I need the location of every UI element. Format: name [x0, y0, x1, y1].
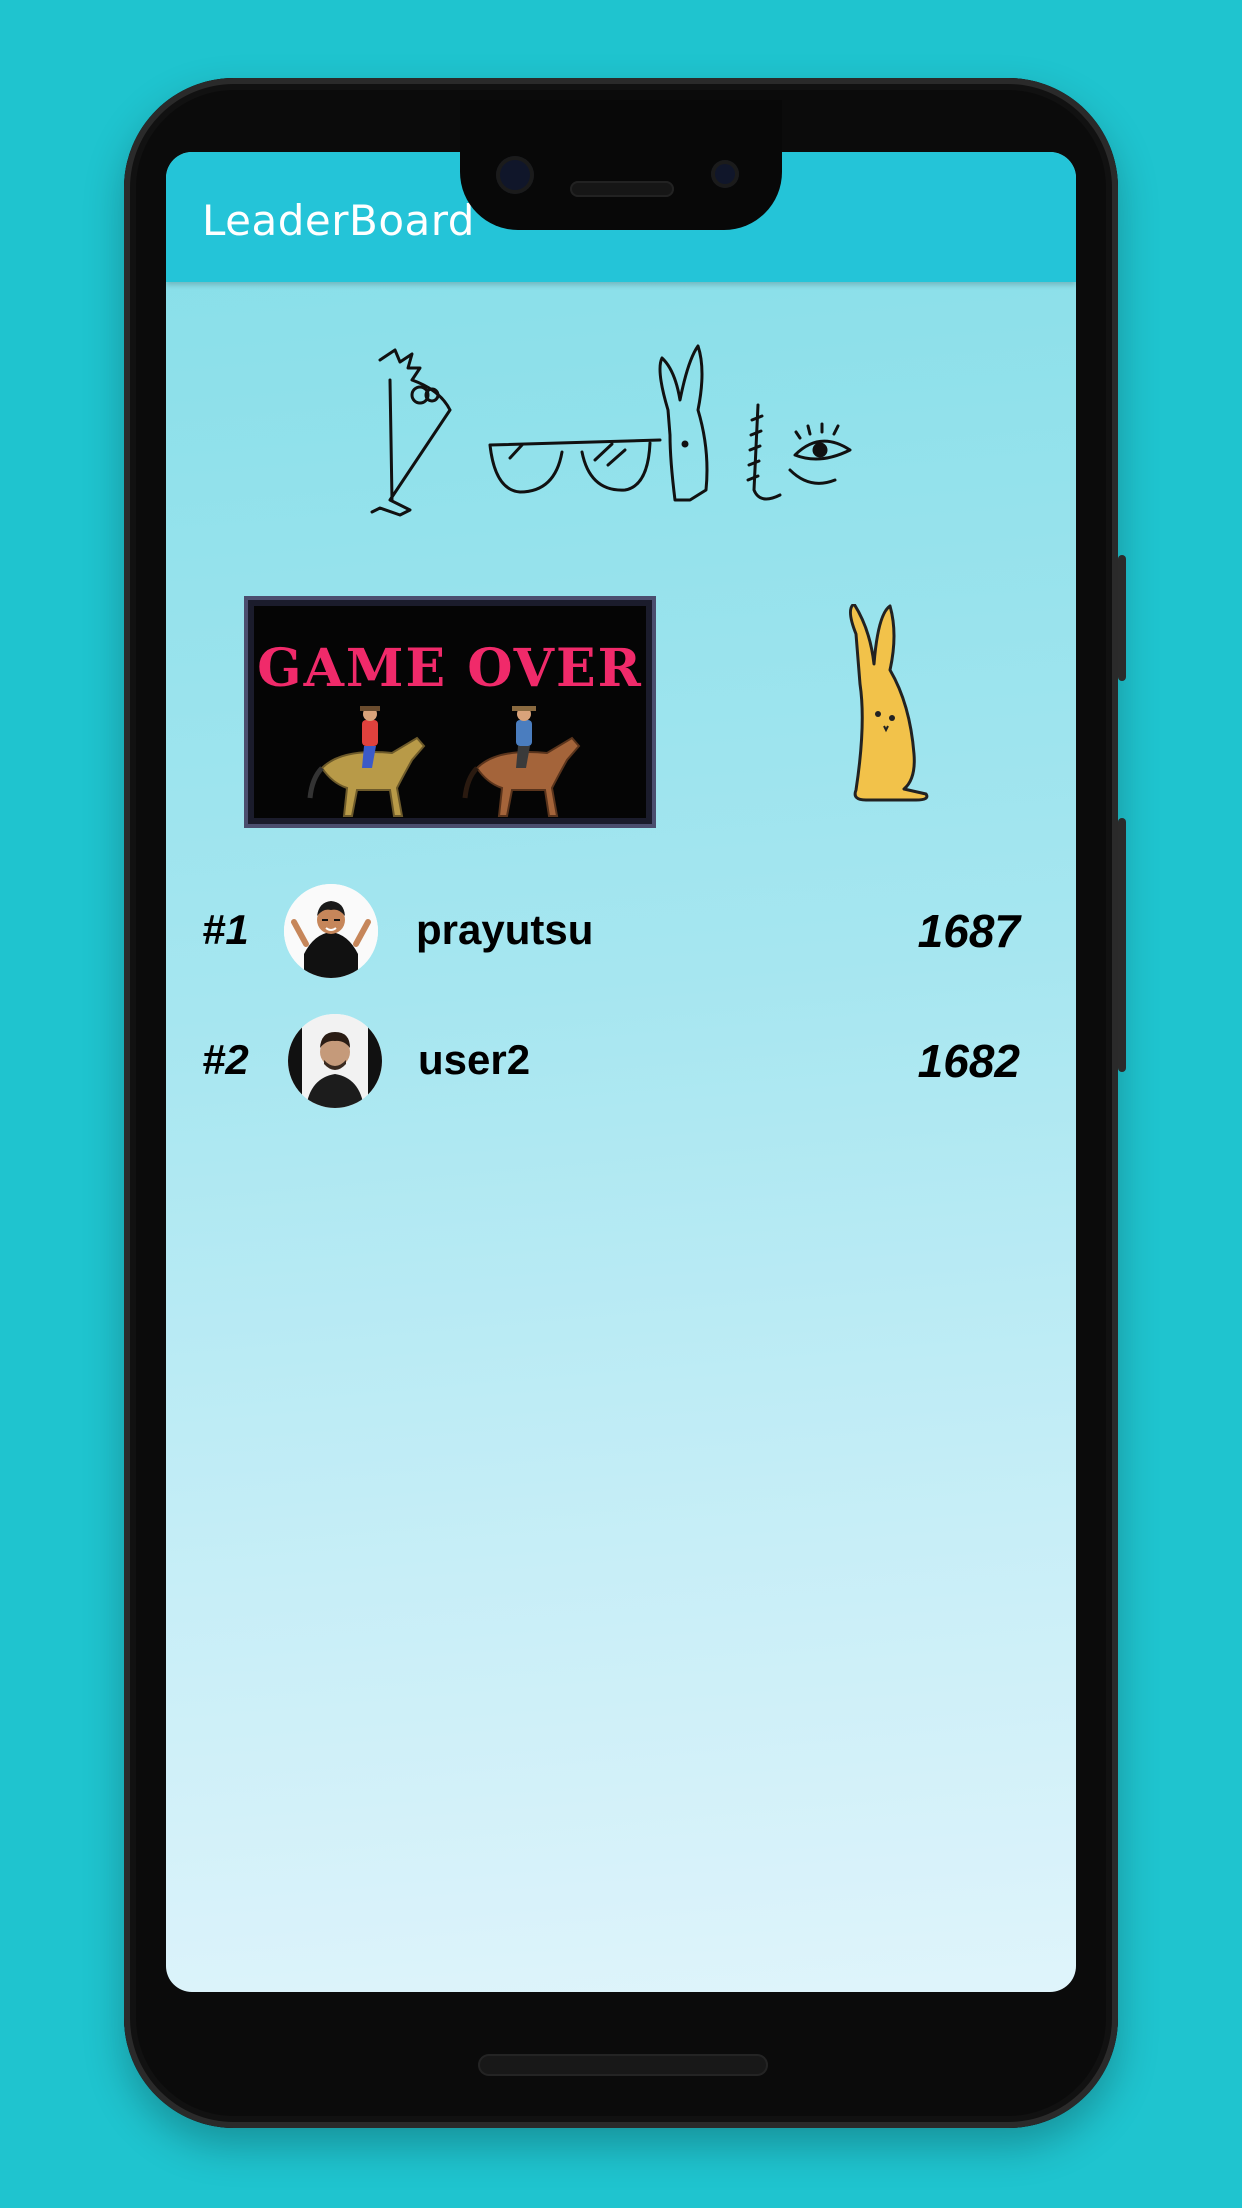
username-label: prayutsu [416, 906, 594, 953]
avatar-photo-icon [288, 1014, 382, 1108]
list-item[interactable]: #1 prayutsu 1687 [166, 884, 1076, 984]
score-label: 1682 [917, 1035, 1020, 1087]
power-button [1118, 555, 1126, 681]
front-camera-icon [496, 156, 534, 194]
rank-label: #2 [202, 1036, 249, 1083]
list-item[interactable]: #2 user2 1682 [166, 1014, 1076, 1114]
score-label: 1687 [917, 905, 1020, 957]
rank-label: #1 [202, 906, 249, 953]
game-over-text: GAME OVER [257, 638, 643, 699]
earpiece-speaker [570, 181, 674, 197]
rabbit-icon [849, 604, 929, 802]
doodle-logo-icon [370, 344, 852, 517]
home-bar[interactable] [478, 2054, 768, 2076]
front-sensor-icon [711, 160, 739, 188]
username-label: user2 [418, 1036, 531, 1083]
horse-riders-icon [307, 706, 581, 817]
avatar-cartoon-icon [284, 884, 378, 978]
volume-button [1118, 818, 1126, 1072]
game-over-banner: GAME OVER [244, 596, 656, 828]
page-title: LeaderBoard [202, 196, 475, 245]
